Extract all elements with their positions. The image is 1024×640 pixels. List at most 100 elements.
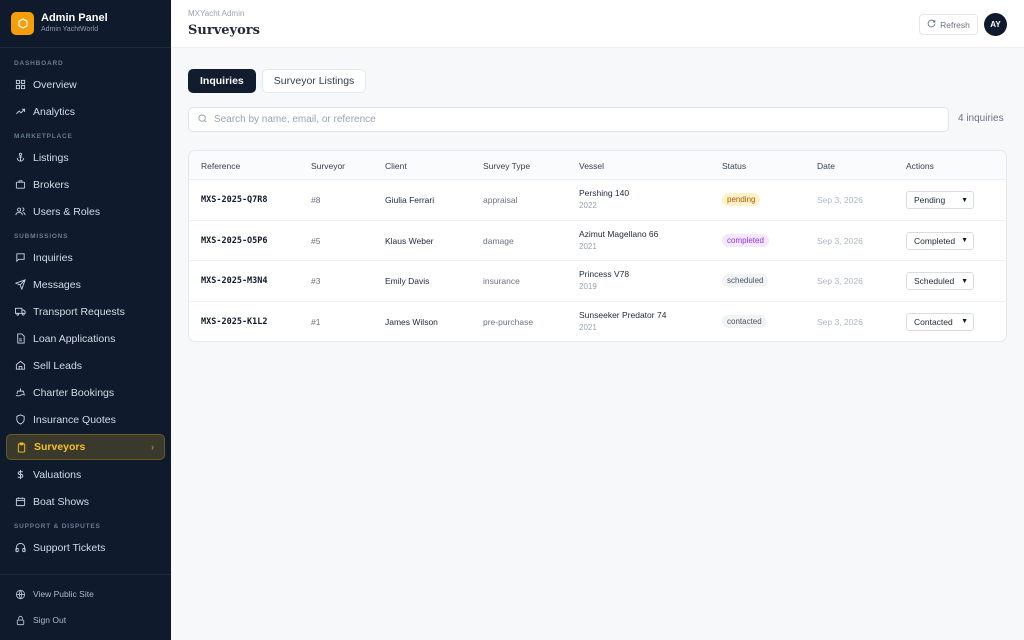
status-select[interactable]: Contacted ▼ [906, 312, 974, 331]
surveyor-cell: #3 [311, 276, 321, 286]
sidebar-item-label: Valuations [33, 468, 82, 481]
sidebar-item-label: Support Tickets [33, 541, 106, 554]
sidebar-item-label: Surveyors [34, 441, 86, 453]
column-header-status: Status [722, 161, 747, 171]
brand-title: Admin Panel [41, 12, 108, 24]
status-select-value: Contacted [914, 316, 953, 327]
sidebar-item-label: Transport Requests [33, 305, 125, 318]
column-header-survey-type: Survey Type [483, 161, 531, 171]
table-row[interactable]: MXS-2025-O5P6 #5 Klaus Weber damage Azim… [189, 221, 1006, 261]
sidebar-item-label: Brokers [33, 178, 70, 191]
column-header-surveyor: Surveyor [311, 161, 346, 171]
table-row[interactable]: MXS-2025-Q7R8 #8 Giulia Ferrari appraisa… [189, 180, 1006, 221]
users-icon [14, 206, 26, 218]
date-cell: Sep 3, 2026 [817, 276, 863, 286]
sidebar-item-label: Messages [33, 278, 81, 291]
sidebar-item-surveyors[interactable]: Surveyors › [6, 434, 165, 460]
avatar[interactable]: AY [984, 13, 1007, 36]
message-square-icon [14, 252, 26, 264]
sidebar-item-label: Inquiries [33, 251, 73, 264]
column-header-client: Client [385, 161, 407, 171]
status-badge: completed [722, 233, 769, 247]
sidebar-footer: View Public Site Sign Out [0, 574, 171, 640]
survey-type-cell: appraisal [483, 195, 518, 205]
date-cell: Sep 3, 2026 [817, 195, 863, 205]
status-select[interactable]: Completed ▼ [906, 231, 974, 250]
search-icon [197, 111, 214, 129]
reference-cell: MXS-2025-Q7R8 [201, 195, 268, 205]
sidebar-item-overview[interactable]: Overview [0, 71, 171, 98]
vessel-name: Pershing 140 [579, 188, 630, 198]
sidebar-item-analytics[interactable]: Analytics [0, 98, 171, 125]
chevron-down-icon: ▼ [961, 237, 968, 244]
vessel-year: 2022 [579, 201, 597, 210]
sign-out-button[interactable]: Sign Out [0, 607, 171, 633]
sidebar-item-brokers[interactable]: Brokers [0, 171, 171, 198]
sidebar-item-loan-applications[interactable]: Loan Applications [0, 325, 171, 352]
refresh-label: Refresh [940, 19, 970, 30]
table-row[interactable]: MXS-2025-M3N4 #3 Emily Davis insurance P… [189, 261, 1006, 302]
status-select-value: Scheduled [914, 276, 955, 286]
sidebar-item-label: Analytics [33, 105, 76, 118]
page-title: Surveyors [188, 23, 260, 38]
sidebar-item-listings[interactable]: Listings [0, 144, 171, 171]
vessel-name: Sunseeker Predator 74 [579, 309, 667, 320]
survey-type-cell: insurance [483, 276, 520, 286]
ship-icon [14, 387, 26, 399]
sidebar-item-support-tickets[interactable]: Support Tickets [0, 534, 171, 561]
reference-cell: MXS-2025-K1L2 [201, 316, 268, 327]
brand-logo-icon [11, 12, 34, 35]
reference-cell: MXS-2025-M3N4 [201, 276, 268, 286]
brand-subtitle: Admin YachtWorld [41, 26, 99, 33]
grid-icon [14, 79, 26, 91]
result-count: 4 inquiries [958, 113, 1004, 124]
reference-cell: MXS-2025-O5P6 [201, 235, 268, 246]
sidebar-item-charter-bookings[interactable]: Charter Bookings [0, 379, 171, 406]
table-header: Reference Surveyor Client Survey Type Ve… [189, 151, 1006, 180]
anchor-icon [14, 152, 26, 164]
send-icon [14, 279, 26, 291]
sidebar-item-messages[interactable]: Messages [0, 271, 171, 298]
lock-icon [14, 614, 26, 626]
status-badge: scheduled [722, 274, 769, 287]
shield-icon [14, 414, 26, 426]
surveyor-cell: #8 [311, 195, 321, 205]
vessel-year: 2019 [579, 282, 597, 291]
sidebar-item-boat-shows[interactable]: Boat Shows [0, 488, 171, 515]
status-select[interactable]: Scheduled ▼ [906, 272, 974, 290]
search-input[interactable] [214, 114, 914, 125]
sidebar-item-label: Users & Roles [33, 205, 101, 218]
status-select[interactable]: Pending ▼ [906, 191, 974, 209]
tab-surveyor-listings[interactable]: Surveyor Listings [261, 69, 367, 93]
sidebar-item-transport-requests[interactable]: Transport Requests [0, 298, 171, 325]
refresh-button[interactable]: Refresh [919, 14, 978, 35]
breadcrumb[interactable]: MXYacht Admin [188, 9, 244, 18]
view-public-site-link[interactable]: View Public Site [0, 581, 171, 607]
date-cell: Sep 3, 2026 [817, 316, 863, 327]
survey-type-cell: pre-purchase [483, 316, 534, 327]
sidebar-item-insurance-quotes[interactable]: Insurance Quotes [0, 406, 171, 433]
client-cell: Emily Davis [385, 276, 430, 286]
vessel-name: Princess V78 [579, 269, 630, 279]
sidebar-item-valuations[interactable]: Valuations [0, 461, 171, 488]
sidebar-item-users-roles[interactable]: Users & Roles [0, 198, 171, 225]
tab-inquiries[interactable]: Inquiries [188, 69, 256, 93]
survey-type-cell: damage [483, 235, 514, 246]
client-cell: James Wilson [385, 316, 438, 327]
sidebar-item-sell-leads[interactable]: Sell Leads [0, 352, 171, 379]
status-select-value: Pending [914, 195, 946, 205]
chevron-right-icon: › [151, 442, 154, 452]
column-header-reference: Reference [201, 161, 241, 171]
status-badge: pending [722, 193, 761, 206]
inquiries-table: Reference Surveyor Client Survey Type Ve… [188, 150, 1007, 342]
chevron-down-icon: ▼ [961, 196, 968, 204]
sidebar-item-inquiries[interactable]: Inquiries [0, 244, 171, 271]
sidebar-item-label: Boat Shows [33, 495, 90, 508]
sidebar-item-label: Loan Applications [33, 332, 116, 345]
sidebar-item-label: View Public Site [33, 589, 94, 599]
sidebar-item-label: Sign Out [33, 615, 67, 625]
table-row[interactable]: MXS-2025-K1L2 #1 James Wilson pre-purcha… [189, 302, 1006, 342]
surveyor-cell: #5 [311, 235, 321, 246]
section-label-dashboard: DASHBOARD [14, 60, 64, 67]
brand[interactable]: Admin Panel Admin YachtWorld [0, 0, 171, 48]
